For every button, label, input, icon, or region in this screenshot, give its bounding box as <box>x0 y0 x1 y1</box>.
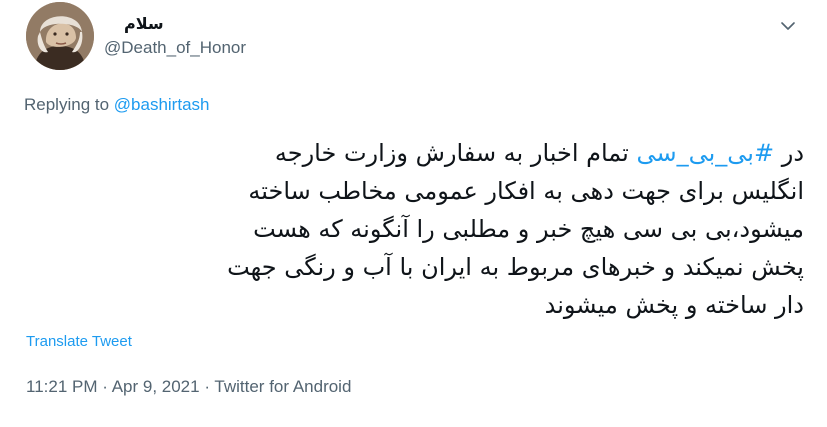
replying-prefix: Replying to <box>24 95 114 114</box>
tweet-date-link[interactable]: Apr 9, 2021 <box>112 377 200 396</box>
profile-photo-icon <box>26 2 94 70</box>
hashtag-link[interactable]: #بی_بی_سی <box>637 139 775 167</box>
meta-separator: · <box>199 377 215 396</box>
tweet-line: دار ساخته و پخش میشوند <box>544 291 804 319</box>
tweet-time-link[interactable]: 11:21 PM <box>26 377 98 396</box>
tweet-metadata: 11:21 PM · Apr 9, 2021 · Twitter for And… <box>26 377 351 397</box>
tweet-text: در #بی_بی_سی تمام اخبار به سفارش وزارت خ… <box>28 134 804 324</box>
display-name[interactable]: سلام <box>124 14 244 36</box>
tweet-line: انگلیس برای جهت دهی به افکار عمومی مخاطب… <box>248 177 804 205</box>
tweet-line1-post: تمام اخبار به سفارش وزارت خارجه <box>274 139 637 167</box>
meta-separator: · <box>97 377 112 396</box>
reply-mention-link[interactable]: @bashirtash <box>114 95 210 114</box>
tweet-line: در #بی_بی_سی تمام اخبار به سفارش وزارت خ… <box>28 134 804 172</box>
more-options-button[interactable] <box>776 14 800 38</box>
tweet-source-link[interactable]: Twitter for Android <box>214 377 351 396</box>
avatar[interactable] <box>26 2 94 70</box>
chevron-down-icon <box>781 22 795 30</box>
tweet-line: میشود،بی بی سی هیچ خبر و مطلبی را آنگونه… <box>253 215 804 243</box>
user-handle[interactable]: @Death_of_Honor <box>104 38 246 58</box>
replying-to: Replying to @bashirtash <box>24 95 209 115</box>
tweet-line1-pre: در <box>774 139 804 167</box>
tweet: سلام @Death_of_Honor Replying to @bashir… <box>0 0 827 427</box>
tweet-line: پخش نمیکند و خبرهای مربوط به ایران با آب… <box>227 253 804 281</box>
translate-tweet-link[interactable]: Translate Tweet <box>26 333 132 350</box>
